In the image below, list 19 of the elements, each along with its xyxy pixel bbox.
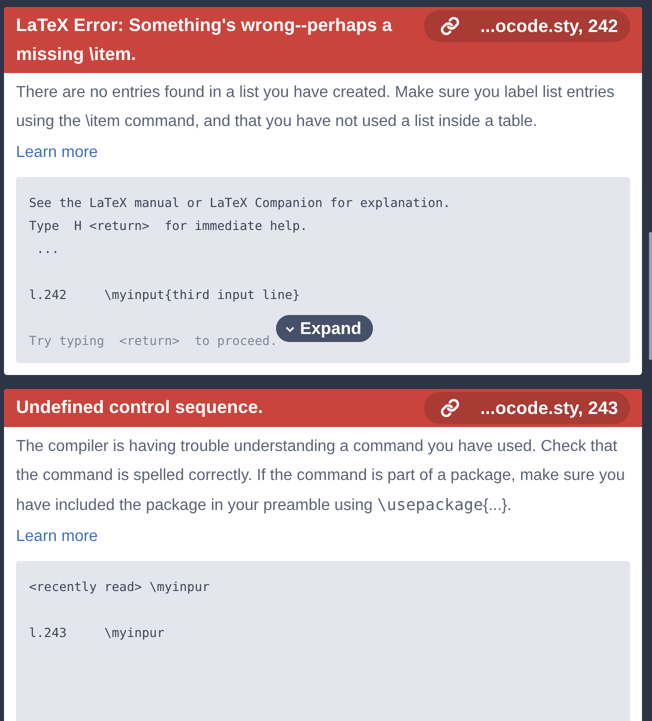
log-line: ... — [36, 240, 60, 258]
scrollbar-thumb[interactable] — [649, 232, 652, 360]
expand-button[interactable]: Expand — [276, 315, 374, 342]
log-line: l.242 \myinput{third input line} — [29, 286, 300, 304]
link-icon — [440, 398, 460, 418]
learn-more-link[interactable]: Learn more — [16, 138, 98, 167]
file-location-link[interactable]: ...ocode.sty, 243 — [424, 392, 630, 424]
learn-more-link[interactable]: Learn more — [16, 522, 98, 551]
log-line: Try typing <return> to proceed. — [29, 332, 278, 350]
log-line: Type H <return> for immediate help. — [29, 217, 308, 235]
log-line: See the LaTeX manual or LaTeX Companion for explanation. — [29, 194, 450, 212]
log-line: <recently read> \myinpur — [29, 578, 210, 596]
error-description: There are no entries found in a list you have created. Make sure you label list entries using the \item command, and that you have not used a list inside a table. — [16, 83, 616, 132]
error-description: The compiler is having trouble understanding a command you have used. Check that the command is spelled correctly. If the command is part of a package, make sure you have included the package in your preamble using \usepackage{...}. — [16, 437, 626, 516]
error-title: Undefined control sequence. — [16, 396, 264, 419]
log-line: l.243 \myinpur — [29, 624, 164, 642]
link-icon — [440, 16, 460, 36]
file-location-link[interactable]: ...ocode.sty, 242 — [424, 10, 630, 42]
error-title: LaTeX Error: Something's wrong--perhaps a missing \item. — [16, 14, 394, 66]
